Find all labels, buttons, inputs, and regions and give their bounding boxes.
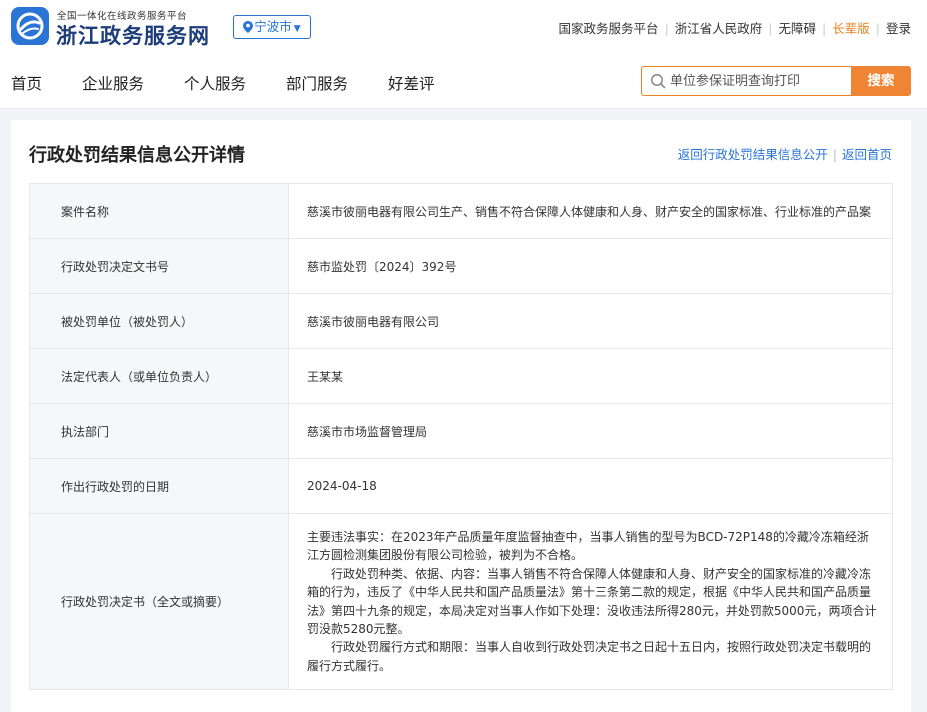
zhejiang-logo-icon[interactable] (11, 7, 49, 45)
table-row: 法定代表人（或单位负责人） 王某某 (29, 348, 893, 404)
divider: | (768, 21, 773, 36)
divider: | (664, 21, 669, 36)
paragraph-fulfillment: 行政处罚履行方式和期限：当事人自收到行政处罚决定书之日起十五日内，按照行政处罚决… (307, 640, 872, 673)
link-accessibility[interactable]: 无障碍 (779, 21, 817, 36)
return-links: 返回行政处罚结果信息公开 | 返回首页 (678, 144, 892, 163)
link-provincial-government[interactable]: 浙江省人民政府 (675, 21, 763, 36)
table-row: 被处罚单位（被处罚人） 慈溪市彼丽电器有限公司 (29, 293, 893, 349)
nav-home[interactable]: 首页 (11, 72, 42, 94)
decision-text: 主要违法事实：在2023年产品质量年度监督抽查中，当事人销售的型号为BCD-72… (288, 512, 893, 691)
search-icon (651, 74, 666, 89)
row-value: 慈溪市彼丽电器有限公司生产、销售不符合保障人体健康和人身、财产安全的国家标准、行… (288, 183, 893, 239)
table-row: 行政处罚决定文书号 慈市监处罚〔2024〕392号 (29, 238, 893, 294)
row-label: 行政处罚决定书（全文或摘要） (29, 512, 289, 691)
location-pin-icon (243, 21, 254, 33)
paragraph-penalty-basis: 行政处罚种类、依据、内容：当事人销售不符合保障人体健康和人身、财产安全的国家标准… (307, 566, 877, 637)
link-back-to-list[interactable]: 返回行政处罚结果信息公开 (678, 147, 828, 162)
search-box (641, 66, 851, 96)
divider: | (875, 21, 880, 36)
search-button[interactable]: 搜索 (851, 66, 911, 96)
search-input[interactable] (670, 71, 846, 91)
row-label: 法定代表人（或单位负责人） (29, 348, 289, 404)
link-national-platform[interactable]: 国家政务服务平台 (559, 21, 659, 36)
paragraph-violation-facts: 主要违法事实：在2023年产品质量年度监督抽查中，当事人销售的型号为BCD-72… (307, 530, 869, 563)
link-elder-mode[interactable]: 长辈版 (832, 21, 870, 36)
top-header: 全国一体化在线政务服务平台 浙江政务服务网 宁波市 ▼ 国家政务服务平台 | 浙江省人… (0, 0, 927, 54)
penalty-detail-table: 案件名称 慈溪市彼丽电器有限公司生产、销售不符合保障人体健康和人身、财产安全的国… (29, 183, 893, 691)
row-value: 慈市监处罚〔2024〕392号 (288, 238, 893, 294)
page-title: 行政处罚结果信息公开详情 (29, 145, 245, 166)
row-label: 行政处罚决定文书号 (29, 238, 289, 294)
row-label: 执法部门 (29, 403, 289, 459)
row-label: 作出行政处罚的日期 (29, 458, 289, 514)
row-value: 王某某 (288, 348, 893, 404)
main-nav: 首页 企业服务 个人服务 部门服务 好差评 搜索 (0, 54, 927, 109)
row-value: 2024-04-18 (288, 458, 893, 514)
row-value: 慈溪市市场监督管理局 (288, 403, 893, 459)
table-row-decision: 行政处罚决定书（全文或摘要） 主要违法事实：在2023年产品质量年度监督抽查中，… (29, 512, 893, 691)
table-row: 执法部门 慈溪市市场监督管理局 (29, 403, 893, 459)
table-row: 作出行政处罚的日期 2024-04-18 (29, 458, 893, 514)
link-login[interactable]: 登录 (886, 21, 911, 36)
logo-title[interactable]: 浙江政务服务网 (56, 20, 210, 50)
row-value: 慈溪市彼丽电器有限公司 (288, 293, 893, 349)
top-links: 国家政务服务平台 | 浙江省人民政府 | 无障碍 | 长辈版 | 登录 (559, 18, 911, 37)
city-selector[interactable]: 宁波市 ▼ (233, 15, 311, 39)
table-row: 案件名称 慈溪市彼丽电器有限公司生产、销售不符合保障人体健康和人身、财产安全的国… (29, 183, 893, 239)
detail-card: 行政处罚结果信息公开详情 返回行政处罚结果信息公开 | 返回首页 案件名称 慈溪市彼… (11, 120, 911, 712)
nav-feedback-rating[interactable]: 好差评 (388, 72, 435, 94)
nav-personal-services[interactable]: 个人服务 (184, 72, 246, 94)
link-back-home[interactable]: 返回首页 (842, 147, 892, 162)
row-label: 被处罚单位（被处罚人） (29, 293, 289, 349)
nav-enterprise-services[interactable]: 企业服务 (82, 72, 144, 94)
city-name: 宁波市 (254, 19, 292, 34)
divider: | (822, 21, 827, 36)
row-label: 案件名称 (29, 183, 289, 239)
caret-down-icon: ▼ (293, 24, 301, 34)
divider: | (832, 147, 837, 162)
nav-department-services[interactable]: 部门服务 (286, 72, 348, 94)
